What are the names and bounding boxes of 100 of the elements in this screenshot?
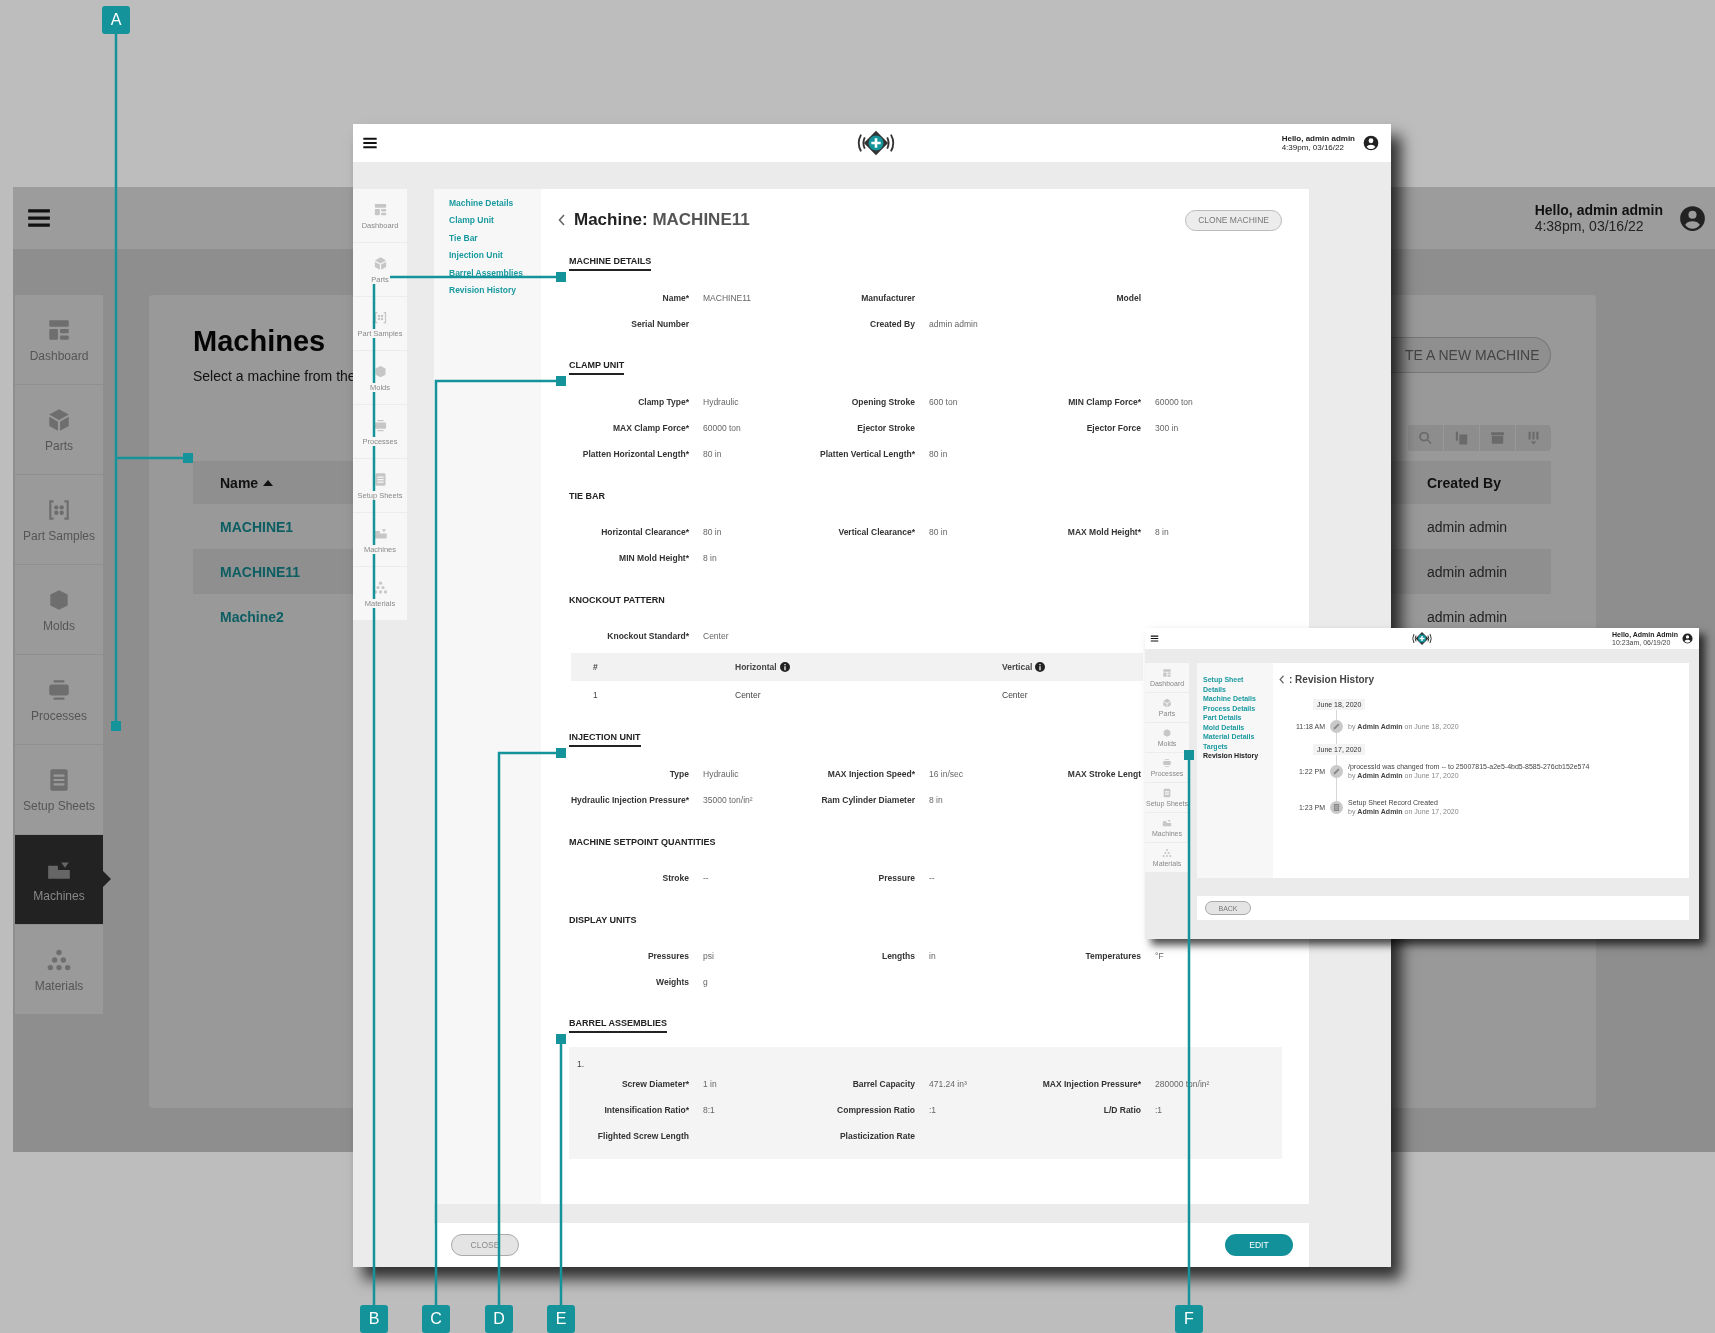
field-value: MACHINE11 <box>703 293 752 303</box>
field-label: Platten Horizontal Length* <box>581 449 689 459</box>
nav-link[interactable]: Tie Bar <box>449 229 478 248</box>
user-icon[interactable] <box>1679 204 1706 232</box>
field-label: Temperatures <box>1084 951 1141 961</box>
page-title: Machines <box>193 325 327 358</box>
field-value: 600 ton <box>929 397 958 407</box>
field-label: Intensification Ratio* <box>603 1105 689 1115</box>
field-label: Weights <box>655 977 689 987</box>
callout-label: D <box>485 1305 513 1333</box>
field-label: Clamp Type* <box>637 397 689 407</box>
field-label: Pressures <box>646 951 689 961</box>
page-title: Machine: MACHINE11 <box>574 210 750 230</box>
field-value: admin admin <box>929 319 978 329</box>
callout-label: C <box>422 1305 450 1333</box>
field-value: Center <box>703 631 729 641</box>
field-value: 8:1 <box>703 1105 715 1115</box>
field-label: Name* <box>661 293 689 303</box>
pencil-icon <box>1330 719 1343 733</box>
field-value: 16 in/sec <box>929 769 964 779</box>
info-icon[interactable] <box>779 662 790 672</box>
field-label: MAX Injection Pressure* <box>1041 1079 1141 1089</box>
sidebar-item[interactable]: Molds <box>15 565 103 655</box>
frame-icon <box>1162 758 1172 768</box>
field-value: 8 in <box>1155 527 1169 537</box>
info-icon[interactable] <box>1035 662 1046 672</box>
machine-link[interactable]: MACHINE11 <box>220 563 301 580</box>
callout-label: F <box>1175 1305 1203 1333</box>
nav-link[interactable]: Barrel Assemblies <box>449 264 523 283</box>
menu-icon[interactable] <box>1150 634 1159 643</box>
field-label: MIN Mold Height* <box>618 553 689 563</box>
back-chevron-icon[interactable] <box>1279 674 1285 684</box>
field-value: 60000 ton <box>1155 397 1193 407</box>
edit-button[interactable]: EDIT <box>1225 1234 1293 1256</box>
field-label: Flighted Screw Length <box>596 1131 689 1141</box>
field-label: Pressure <box>877 873 915 883</box>
sidebar-item[interactable]: Dashboard <box>15 295 103 385</box>
grid-icon <box>1162 668 1172 678</box>
field-value: 80 in <box>929 527 948 537</box>
section-heading: KNOCKOUT PATTERN <box>569 595 665 605</box>
create-machine-button[interactable]: TE A NEW MACHINE <box>1389 337 1551 373</box>
sidebar-item[interactable]: Setup Sheets <box>15 745 103 835</box>
field-label: MIN Clamp Force* <box>1067 397 1141 407</box>
barrel-number: 1. <box>577 1059 585 1069</box>
sidebar-item[interactable]: Part Samples <box>15 475 103 565</box>
field-label: Hydraulic Injection Pressure* <box>569 795 689 805</box>
clone-machine-button[interactable]: CLONE MACHINE <box>1185 209 1282 231</box>
sidebar-item[interactable]: Processes <box>15 655 103 745</box>
field-label: Screw Diameter* <box>620 1079 689 1089</box>
table-cell: Center <box>735 690 761 700</box>
section-heading: MACHINE SETPOINT QUANTITIES <box>569 837 716 847</box>
field-label: Manufacturer <box>860 293 915 303</box>
cube-icon <box>46 406 72 433</box>
column-header[interactable]: Created By <box>1427 474 1501 491</box>
field-value: 8 in <box>703 553 717 563</box>
column-header: # <box>593 662 598 672</box>
pencil-icon <box>1330 764 1343 778</box>
field-value: 80 in <box>703 527 722 537</box>
sidebar-item[interactable]: Parts <box>15 385 103 475</box>
back-chevron-icon[interactable] <box>558 214 566 226</box>
table-cell: Center <box>1002 690 1028 700</box>
nav-link[interactable]: Revision History <box>449 282 517 300</box>
close-button[interactable]: CLOSE <box>451 1234 519 1256</box>
field-label: Created By <box>869 319 915 329</box>
field-value: 60000 ton <box>703 423 741 433</box>
menu-icon[interactable] <box>362 135 378 151</box>
field-value: psi <box>703 951 714 961</box>
field-label: Barrel Capacity <box>851 1079 915 1089</box>
field-label: Stroke <box>661 873 689 883</box>
machine-link[interactable]: MACHINE1 <box>220 518 294 535</box>
section-heading: MACHINE DETAILS <box>569 253 652 271</box>
document-icon <box>1162 788 1172 798</box>
machine-icon <box>1162 818 1172 828</box>
field-label: MAX Stroke Lengt <box>1066 769 1141 779</box>
nav-link[interactable]: Injection Unit <box>449 247 503 265</box>
column-header: Vertical <box>1002 662 1033 672</box>
field-value: 80 in <box>929 449 948 459</box>
field-label: Vertical Clearance* <box>837 527 915 537</box>
sidebar-item[interactable]: Materials <box>15 925 103 1015</box>
field-label: Opening Stroke <box>850 397 915 407</box>
field-label: Model <box>1115 293 1141 303</box>
pointer-icon <box>103 871 111 887</box>
field-label: Ejector Force <box>1085 423 1141 433</box>
field-value: g <box>703 977 708 987</box>
section-heading: TIE BAR <box>569 491 605 501</box>
frame-icon <box>372 417 388 433</box>
field-value: 1 in <box>703 1079 717 1089</box>
field-label: Knockout Standard* <box>606 631 689 641</box>
field-value: in <box>929 951 936 961</box>
user-icon[interactable] <box>1682 633 1693 644</box>
nav-link[interactable]: Machine Details <box>449 195 514 213</box>
cube-icon <box>1162 698 1172 708</box>
column-header[interactable]: Name <box>220 474 274 491</box>
callout-label: B <box>360 1305 388 1333</box>
field-label: Platten Vertical Length* <box>819 449 915 459</box>
field-label: Horizontal Clearance* <box>600 527 689 537</box>
callout-label: E <box>547 1305 575 1333</box>
nav-link[interactable]: Clamp Unit <box>449 212 494 230</box>
user-icon[interactable] <box>1363 135 1379 151</box>
machine-link[interactable]: Machine2 <box>220 608 284 625</box>
